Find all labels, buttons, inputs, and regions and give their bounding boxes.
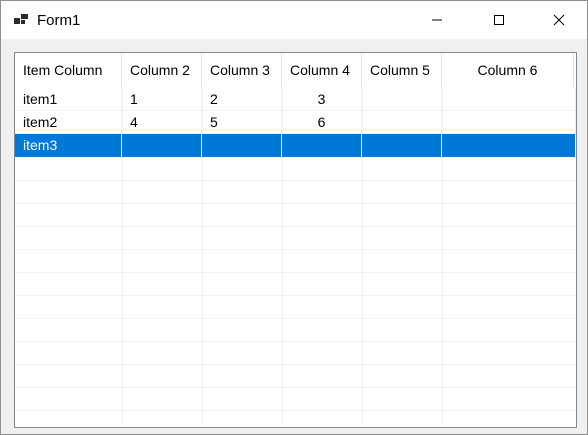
minimize-button[interactable]: [414, 1, 460, 39]
column-2-cell: [122, 134, 202, 157]
column-header-5[interactable]: Column 5: [362, 53, 442, 87]
window-title: Form1: [37, 12, 81, 29]
column-header-4[interactable]: Column 4: [282, 53, 362, 87]
column-header-row: Item Column Column 2 Column 3 Column 4 C…: [15, 53, 576, 87]
column-3-cell: 5: [202, 111, 282, 134]
grid-divider: [15, 295, 576, 296]
form-window: Form1 Item Column Column 2 Column 3 Colu…: [0, 0, 588, 435]
column-4-cell: 6: [282, 111, 362, 134]
grid-divider: [15, 318, 576, 319]
grid-divider: [15, 341, 576, 342]
grid-divider: [15, 249, 576, 250]
item-cell: item3: [15, 134, 122, 157]
column-header-2[interactable]: Column 2: [122, 53, 202, 87]
grid-divider: [15, 180, 576, 181]
column-header-item[interactable]: Item Column: [15, 53, 122, 87]
list-view[interactable]: Item Column Column 2 Column 3 Column 4 C…: [14, 52, 577, 428]
column-6-cell: [442, 134, 576, 157]
grid-divider: [15, 226, 576, 227]
list-item[interactable]: item1 1 2 3: [15, 88, 576, 111]
minimize-icon: [432, 19, 442, 21]
close-button[interactable]: [536, 1, 582, 39]
column-4-cell: 3: [282, 88, 362, 111]
app-form-icon: [14, 14, 28, 24]
grid-divider: [15, 410, 576, 411]
column-5-cell: [362, 111, 442, 134]
grid-divider: [15, 387, 576, 388]
column-2-cell: 4: [122, 111, 202, 134]
item-cell: item1: [15, 88, 122, 111]
column-header-6[interactable]: Column 6: [442, 53, 574, 87]
column-6-cell: [442, 88, 576, 111]
column-5-cell: [362, 134, 442, 157]
column-3-cell: 2: [202, 88, 282, 111]
grid-divider: [15, 272, 576, 273]
grid-divider: [15, 203, 576, 204]
column-header-3[interactable]: Column 3: [202, 53, 282, 87]
column-2-cell: 1: [122, 88, 202, 111]
title-bar[interactable]: Form1: [1, 1, 587, 39]
column-5-cell: [362, 88, 442, 111]
list-item[interactable]: item2 4 5 6: [15, 111, 576, 134]
list-item-selected[interactable]: item3: [15, 134, 576, 157]
close-icon: [553, 14, 565, 26]
column-4-cell: [282, 134, 362, 157]
column-6-cell: [442, 111, 576, 134]
maximize-icon: [494, 15, 504, 25]
grid-divider: [15, 364, 576, 365]
column-3-cell: [202, 134, 282, 157]
item-cell: item2: [15, 111, 122, 134]
list-body: item1 1 2 3 item2 4 5 6 item3: [15, 88, 576, 427]
maximize-button[interactable]: [476, 1, 522, 39]
